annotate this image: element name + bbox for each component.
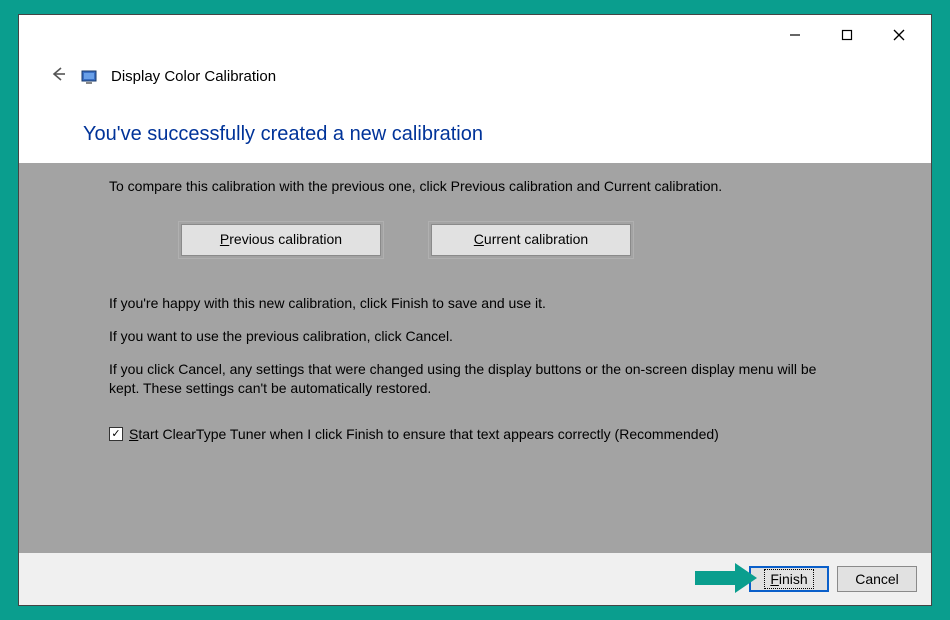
finish-button[interactable]: Finish [749, 566, 829, 592]
page-heading: You've successfully created a new calibr… [83, 123, 483, 146]
cancel-button[interactable]: Cancel [837, 566, 917, 592]
back-arrow-icon[interactable] [49, 65, 67, 88]
use-previous-text: If you want to use the previous calibrat… [109, 327, 841, 346]
title-row: Display Color Calibration [49, 65, 276, 88]
maximize-button[interactable] [821, 21, 873, 49]
content-area: To compare this calibration with the pre… [19, 163, 931, 553]
finish-button-label: Finish [766, 571, 811, 587]
previous-calibration-label: Previous calibration [220, 230, 342, 249]
compare-buttons-row: Previous calibration Current calibration [181, 224, 841, 256]
intro-text: To compare this calibration with the pre… [109, 177, 841, 196]
cleartype-checkbox[interactable]: ✓ [109, 427, 123, 441]
display-calibration-icon [81, 69, 97, 85]
window-header: Display Color Calibration You've success… [19, 15, 931, 163]
current-calibration-button[interactable]: Current calibration [431, 224, 631, 256]
cancel-button-label: Cancel [855, 571, 899, 587]
cleartype-checkbox-label: Start ClearType Tuner when I click Finis… [129, 425, 719, 444]
cancel-note-text: If you click Cancel, any settings that w… [109, 360, 841, 398]
cleartype-checkbox-row: ✓ Start ClearType Tuner when I click Fin… [109, 425, 841, 444]
calibration-window: Display Color Calibration You've success… [18, 14, 932, 606]
previous-calibration-button[interactable]: Previous calibration [181, 224, 381, 256]
happy-text: If you're happy with this new calibratio… [109, 294, 841, 313]
minimize-button[interactable] [769, 21, 821, 49]
current-calibration-label: Current calibration [474, 230, 588, 249]
close-button[interactable] [873, 21, 925, 49]
footer-bar: Finish Cancel [19, 553, 931, 605]
window-title: Display Color Calibration [111, 68, 276, 85]
window-controls [769, 21, 925, 49]
